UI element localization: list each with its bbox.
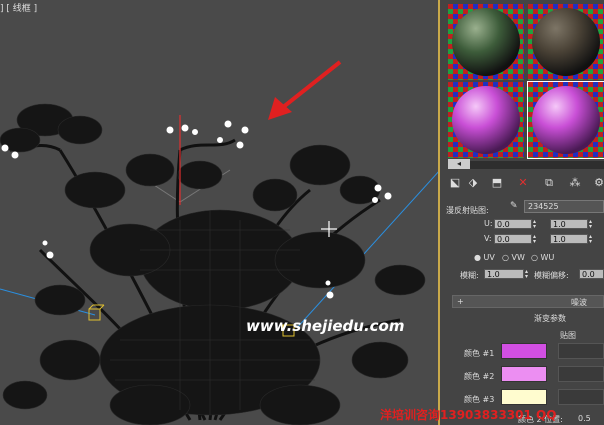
uv-option-wu-label: WU	[540, 253, 555, 262]
color2-position-value[interactable]: 0.5	[578, 414, 591, 423]
viewport-wireframe[interactable]: ] [ 线框 ] www.shejiedu.com	[0, 0, 440, 425]
u-label: U:	[484, 219, 493, 228]
blur-spinner[interactable]: ▴ ▾	[525, 269, 531, 280]
diffuse-map-label: 漫反射贴图:	[446, 206, 489, 215]
uv-radio-vw[interactable]: ○ VW	[502, 253, 525, 262]
u-tiling-field[interactable]: 1.0	[550, 219, 588, 229]
color1-label: 颜色 #1	[464, 349, 495, 358]
color1-map-slot[interactable]	[558, 343, 604, 359]
watermark-url: www.shejiedu.com	[246, 317, 405, 335]
material-editor-panel: ◂ ⬕ ⬗ ⬒ ✕ ⧉ ⁂ ⚙ 漫反射贴图: ✎ 234525 U: 0.0 ▴…	[442, 0, 604, 425]
v-offset-spinner[interactable]: ▴ ▾	[533, 234, 539, 245]
uv-option-uv-label: UV	[483, 253, 495, 262]
blur-offset-field[interactable]: 0.0	[579, 269, 604, 279]
scene-canvas[interactable]	[0, 0, 440, 425]
radio-selected-icon: ●	[474, 253, 481, 262]
material-slot-2[interactable]	[528, 4, 604, 80]
slot-scrollbar[interactable]: ◂	[448, 159, 604, 169]
light-gizmo-left	[88, 304, 105, 321]
diffuse-map-name[interactable]: 234525	[524, 200, 604, 213]
v-tiling-field[interactable]: 1.0	[550, 234, 588, 244]
v-label: V:	[484, 234, 492, 243]
watermark-phone: 洋培训咨询13903833301 QQ	[380, 408, 557, 422]
make-copy-icon[interactable]: ⧉	[542, 176, 556, 190]
u-offset-field[interactable]: 0.0	[494, 219, 532, 229]
checker-sphere-2	[528, 4, 604, 80]
viewport-label[interactable]: ] [ 线框 ]	[0, 1, 37, 14]
color3-map-slot[interactable]	[558, 389, 604, 405]
uv-option-vw-label: VW	[511, 253, 525, 262]
annotation-arrow	[268, 60, 342, 120]
get-material-icon[interactable]: ⬕	[448, 176, 462, 190]
unique-icon[interactable]: ⁂	[568, 176, 582, 190]
color2-label: 颜色 #2	[464, 372, 495, 381]
radio-empty-icon: ○	[531, 253, 538, 262]
material-slot-1[interactable]	[448, 4, 524, 80]
noise-rollout[interactable]: + 噪波	[452, 295, 604, 308]
reset-map-icon[interactable]: ✕	[516, 176, 530, 190]
color2-map-slot[interactable]	[558, 366, 604, 382]
uv-radio-uv[interactable]: ● UV	[474, 253, 495, 262]
noise-expand-icon: +	[457, 297, 464, 306]
assign-material-icon[interactable]: ⬒	[490, 176, 504, 190]
put-to-scene-icon[interactable]: ⬗	[466, 176, 480, 190]
gradient-params-label[interactable]: 渐变参数	[534, 313, 566, 324]
maps-label: 贴图	[560, 331, 576, 340]
checker-sphere-1	[448, 4, 524, 80]
color3-label: 颜色 #3	[464, 395, 495, 404]
checker-sphere-4	[528, 82, 604, 158]
plant-leaves	[0, 103, 426, 425]
material-toolbar: ⬕ ⬗ ⬒ ✕ ⧉ ⁂ ⚙	[446, 176, 604, 194]
noise-rollout-label: 噪波	[571, 298, 587, 307]
effects-channel-icon[interactable]: ⚙	[592, 176, 604, 190]
radio-empty-icon: ○	[502, 253, 509, 262]
material-slot-3[interactable]	[448, 82, 524, 158]
scroll-left-button[interactable]: ◂	[448, 159, 470, 169]
u-tiling-spinner[interactable]: ▴ ▾	[589, 219, 595, 230]
material-slot-4-selected[interactable]	[527, 81, 604, 159]
blur-label: 模糊:	[460, 271, 479, 280]
blur-offset-label: 模糊偏移:	[534, 271, 569, 280]
v-tiling-spinner[interactable]: ▴ ▾	[589, 234, 595, 245]
eyedropper-icon[interactable]: ✎	[510, 201, 522, 213]
color1-swatch[interactable]	[501, 343, 547, 359]
u-offset-spinner[interactable]: ▴ ▾	[533, 219, 539, 230]
v-offset-field[interactable]: 0.0	[494, 234, 532, 244]
color3-swatch[interactable]	[501, 389, 547, 405]
color2-swatch[interactable]	[501, 366, 547, 382]
uv-radio-wu[interactable]: ○ WU	[531, 253, 554, 262]
checker-sphere-3	[448, 82, 524, 158]
blur-field[interactable]: 1.0	[484, 269, 524, 279]
